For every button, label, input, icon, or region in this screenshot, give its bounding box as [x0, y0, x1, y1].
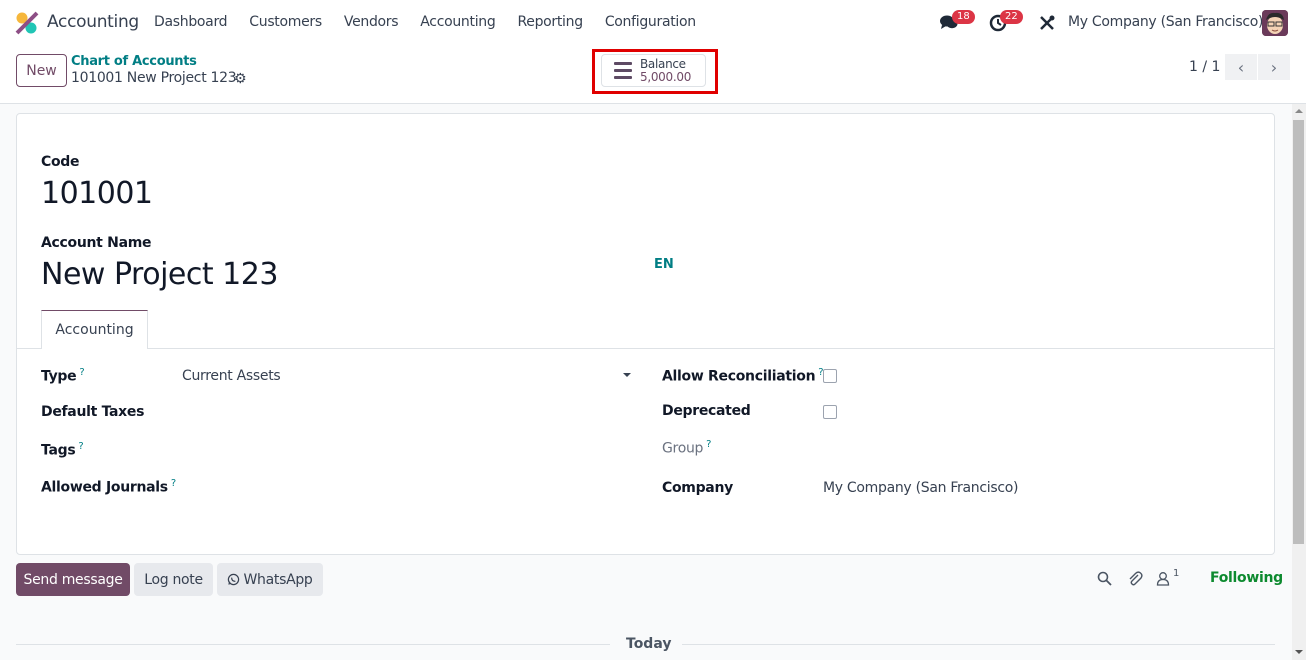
pager-previous-button[interactable]: ‹	[1225, 54, 1257, 80]
app-logo-icon[interactable]	[15, 11, 39, 35]
menu-vendors[interactable]: Vendors	[344, 14, 399, 30]
chevron-right-icon: ›	[1270, 57, 1278, 77]
whatsapp-button[interactable]: WhatsApp	[217, 563, 323, 596]
scrollbar-thumb[interactable]	[1293, 120, 1304, 544]
breadcrumb-current: 101001 New Project 123	[71, 70, 237, 86]
breadcrumb-parent[interactable]: Chart of Accounts	[71, 54, 197, 69]
allowed-journals-label: Allowed Journals?	[41, 478, 176, 496]
debug-tools-icon[interactable]	[1038, 14, 1056, 32]
account-name-label: Account Name	[41, 235, 152, 251]
form-sheet: Code 101001 Account Name New Project 123…	[16, 113, 1275, 555]
help-icon[interactable]: ?	[79, 367, 84, 378]
account-name-field[interactable]: New Project 123	[41, 257, 278, 292]
balance-label: Balance	[640, 56, 686, 71]
log-note-button[interactable]: Log note	[134, 563, 213, 596]
list-bars-icon	[614, 62, 632, 79]
menu-dashboard[interactable]: Dashboard	[154, 14, 228, 30]
tags-label: Tags?	[41, 441, 84, 459]
help-icon[interactable]: ?	[706, 439, 711, 450]
allow-reconciliation-label: Allow Reconciliation?	[662, 367, 824, 385]
menu-reporting[interactable]: Reporting	[517, 14, 583, 30]
pager-next-button[interactable]: ›	[1258, 54, 1290, 80]
chevron-left-icon: ‹	[1237, 57, 1245, 77]
top-navbar: Accounting Dashboard Customers Vendors A…	[0, 0, 1306, 46]
activities-badge: 22	[1000, 10, 1023, 24]
deprecated-checkbox[interactable]	[823, 405, 837, 419]
new-button[interactable]: New	[16, 54, 67, 87]
menu-configuration[interactable]: Configuration	[605, 14, 696, 30]
paperclip-icon[interactable]	[1127, 570, 1143, 587]
balance-smart-button[interactable]: Balance 5,000.00	[601, 54, 706, 87]
menu-customers[interactable]: Customers	[249, 14, 322, 30]
help-icon[interactable]: ?	[171, 478, 176, 489]
scroll-down-arrow-icon[interactable]	[1295, 650, 1303, 654]
send-message-button[interactable]: Send message	[16, 563, 130, 596]
date-separator-line-right	[682, 644, 1275, 645]
tab-divider	[17, 348, 1274, 349]
followers-count: 1	[1173, 568, 1180, 579]
tab-accounting[interactable]: Accounting	[41, 310, 148, 349]
gear-icon[interactable]: ⚙	[234, 71, 247, 87]
company-label: Company	[662, 480, 733, 496]
date-separator-line-left	[16, 644, 610, 645]
company-field[interactable]: My Company (San Francisco)	[823, 480, 1018, 496]
balance-value: 5,000.00	[640, 69, 692, 84]
company-switcher[interactable]: My Company (San Francisco)	[1068, 14, 1263, 30]
date-separator: Today	[626, 636, 672, 652]
whatsapp-label: WhatsApp	[243, 571, 313, 588]
help-icon[interactable]: ?	[78, 441, 83, 452]
dropdown-caret-icon[interactable]	[623, 373, 631, 377]
control-panel: New Chart of Accounts 101001 New Project…	[0, 46, 1306, 104]
following-button[interactable]: Following	[1210, 570, 1283, 586]
deprecated-label: Deprecated	[662, 403, 751, 419]
whatsapp-icon	[228, 573, 240, 586]
allow-reconciliation-checkbox[interactable]	[823, 369, 837, 383]
search-icon[interactable]	[1097, 571, 1112, 586]
code-label: Code	[41, 154, 80, 170]
code-field[interactable]: 101001	[41, 176, 153, 211]
app-name[interactable]: Accounting	[47, 12, 139, 32]
type-select[interactable]: Current Assets	[182, 368, 281, 384]
pager-value[interactable]: 1 / 1	[1189, 59, 1220, 75]
default-taxes-label: Default Taxes	[41, 404, 145, 420]
user-avatar[interactable]	[1262, 10, 1288, 36]
followers-icon[interactable]	[1156, 571, 1170, 586]
scroll-up-arrow-icon[interactable]	[1295, 109, 1303, 113]
scrollbar[interactable]	[1292, 104, 1306, 660]
messages-badge: 18	[952, 10, 975, 24]
menu-accounting[interactable]: Accounting	[420, 14, 495, 30]
group-label: Group?	[662, 439, 712, 457]
user-avatar-icon	[1262, 10, 1288, 36]
language-button[interactable]: EN	[654, 257, 674, 272]
type-label: Type?	[41, 367, 85, 385]
main-menu: Dashboard Customers Vendors Accounting R…	[154, 14, 718, 30]
